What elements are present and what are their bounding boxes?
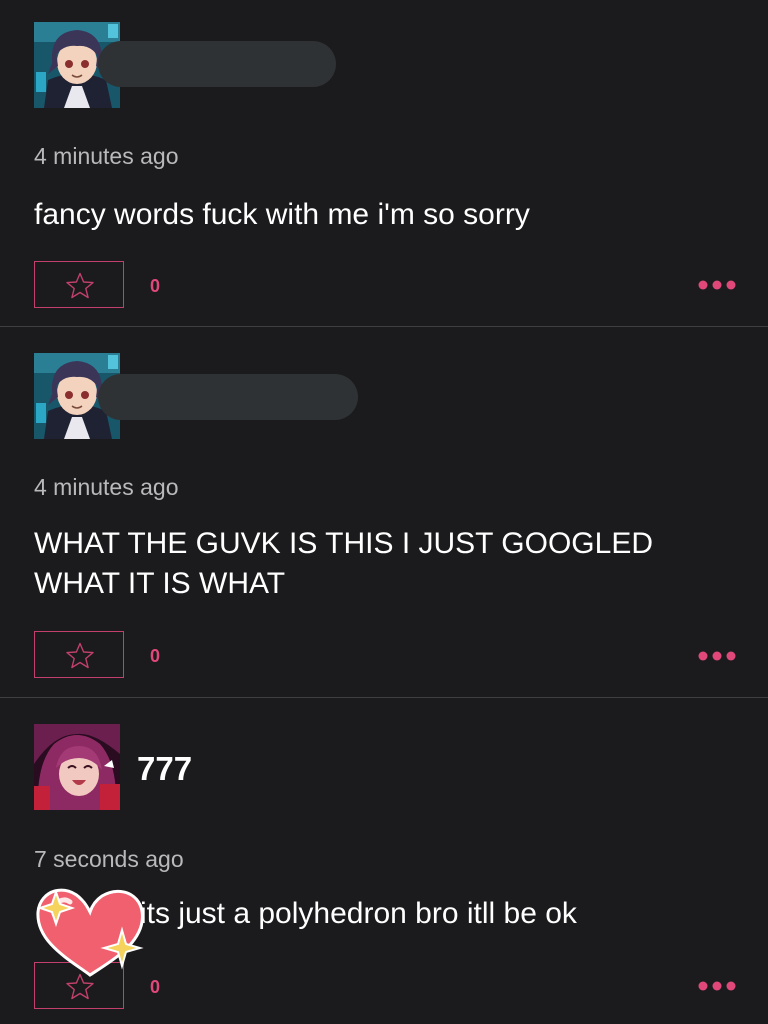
username-redacted[interactable] xyxy=(98,374,358,420)
comment-timestamp: 4 minutes ago xyxy=(34,143,179,169)
comment-text: its just a polyhedron bro itll be ok xyxy=(140,897,577,930)
star-count: 0 xyxy=(150,646,161,666)
heart-sparkle-sticker xyxy=(36,888,144,977)
star-button[interactable] xyxy=(34,631,124,678)
star-count: 0 xyxy=(150,276,161,296)
comment-text: fancy words fuck with me i'm so sorry xyxy=(34,198,530,231)
comment-feed: 4 minutes ago fancy words fuck with me i… xyxy=(0,0,768,1024)
comment-item: 4 minutes ago WHAT THE GUVK IS THIS I JU… xyxy=(0,327,768,697)
comment-item: 4 minutes ago fancy words fuck with me i… xyxy=(0,0,768,326)
more-dots-icon[interactable] xyxy=(698,980,736,992)
username-redacted[interactable] xyxy=(98,41,336,87)
star-count: 0 xyxy=(150,977,161,997)
avatar[interactable] xyxy=(34,724,120,810)
comment-timestamp: 7 seconds ago xyxy=(34,846,184,872)
star-button[interactable] xyxy=(34,261,124,308)
comment-text: WHAT THE GUVK IS THIS I JUST GOOGLED WHA… xyxy=(34,527,653,600)
comment-timestamp: 4 minutes ago xyxy=(34,474,179,500)
more-dots-icon[interactable] xyxy=(698,650,736,662)
more-dots-icon[interactable] xyxy=(698,279,736,291)
star-outline-icon xyxy=(66,272,94,299)
username[interactable]: 777 xyxy=(137,750,192,788)
star-outline-icon xyxy=(66,642,94,669)
